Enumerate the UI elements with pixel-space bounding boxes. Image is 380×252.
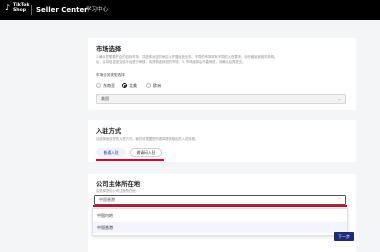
market-radio-label: 欧洲 xyxy=(153,82,161,88)
header-divider xyxy=(31,5,32,15)
radio-selected-icon xyxy=(122,83,127,88)
company-location-value: 中国香港 xyxy=(99,197,115,202)
entry-section-title: 入驻方式 xyxy=(96,128,122,135)
market-section-title: 市场选择 xyxy=(96,46,122,53)
tiktok-logo-icon: ♪ xyxy=(5,3,11,12)
location-dropdown-menu: 中国内地 中国香港 xyxy=(92,208,348,236)
standard-entry-option[interactable]: 普通入驻 xyxy=(96,148,126,157)
entity-description: 请选择您的公司注册所在地 xyxy=(96,189,136,193)
market-radio-label: 北美 xyxy=(129,82,137,88)
market-radio-eu[interactable]: 欧洲 xyxy=(146,81,161,90)
dropdown-option-mainland[interactable]: 中国内地 xyxy=(93,210,347,221)
annotation-underline xyxy=(96,159,164,161)
chevron-down-icon: ⌄ xyxy=(337,96,341,101)
tiktok-shop-logo-text: TikTok Shop xyxy=(13,3,30,13)
radio-circle-icon xyxy=(96,83,101,88)
top-navigation-bar: ♪ TikTok Shop Seller Center 学习中心 xyxy=(0,0,380,20)
next-button[interactable]: 下一步 xyxy=(334,232,354,241)
market-radio-label: 东南亚 xyxy=(103,82,115,88)
market-description-line-2: 后，并将信息提交给平台进行审核，请谨慎选择您的市场。3. 市场选择后不能修改，请… xyxy=(96,60,246,64)
dropdown-option-hongkong[interactable]: 中国香港 xyxy=(93,222,347,233)
market-country-select[interactable]: 美国 ⌄ xyxy=(96,94,346,104)
chevron-up-icon: ⌃ xyxy=(337,197,341,202)
app-title: Seller Center xyxy=(36,6,88,14)
entry-description: 请选择适合您的入驻方式，我们将根据您的选择提供相应的入驻流程。 xyxy=(96,137,199,141)
annotation-underline-select xyxy=(93,205,347,207)
market-description-line-1: 1.确认您想要开店的目标市场，并选择对应的地区以开展经营业务。不同的市场将有不同… xyxy=(96,55,278,59)
invite-code-entry-option[interactable]: 邀请码入驻 xyxy=(130,148,162,157)
market-type-label: 市场业务类型选择 xyxy=(96,73,125,77)
learning-center-link[interactable]: 学习中心 xyxy=(86,6,108,14)
company-location-select[interactable]: 中国香港 ⌃ xyxy=(94,195,346,205)
market-country-value: 美国 xyxy=(101,96,109,101)
market-radio-sea[interactable]: 东南亚 xyxy=(96,81,115,90)
market-radio-na[interactable]: 北美 xyxy=(122,81,137,90)
radio-circle-icon xyxy=(146,83,151,88)
entity-section-title: 公司主体所在地 xyxy=(96,181,141,188)
